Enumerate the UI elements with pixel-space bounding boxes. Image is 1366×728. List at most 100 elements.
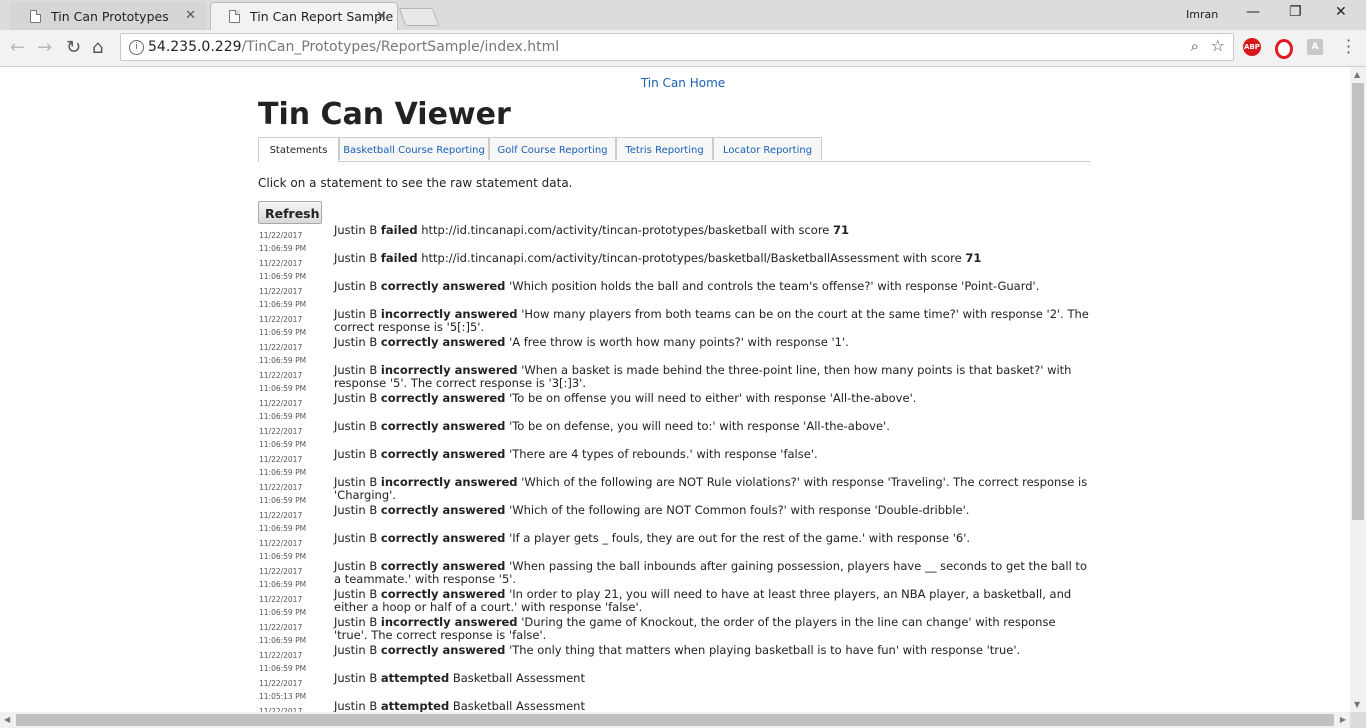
close-tab-icon[interactable]: ✕ (185, 8, 196, 23)
statement-text[interactable]: Justin B correctly answered 'The only th… (334, 644, 1090, 657)
statement-text[interactable]: Justin B failed http://id.tincanapi.com/… (334, 252, 1090, 265)
page-icon (229, 10, 240, 23)
statement-time: 11:06:59 PM (259, 664, 307, 673)
statement-verb: incorrectly answered (380, 307, 518, 321)
vertical-scrollbar[interactable]: ▲ ▼ (1350, 67, 1366, 712)
tab-basketball-course-reporting[interactable]: Basketball Course Reporting (339, 137, 489, 160)
opera-extension-icon[interactable] (1275, 39, 1293, 59)
scroll-up-arrow-icon[interactable]: ▲ (1354, 70, 1360, 79)
statement-text[interactable]: Justin B correctly answered 'To be on de… (334, 420, 1090, 433)
home-icon[interactable]: ⌂ (92, 37, 103, 58)
statement-time: 11:06:59 PM (259, 356, 307, 365)
statement-timestamp: 11/22/2017 11:06:59 PM (259, 509, 329, 535)
statement-text[interactable]: Justin B incorrectly answered 'When a ba… (334, 364, 1090, 390)
statement-text[interactable]: Justin B incorrectly answered 'During th… (334, 616, 1090, 642)
statement-actor: Justin B (334, 447, 378, 461)
statement-date: 11/22/2017 (259, 567, 303, 576)
statement-text[interactable]: Justin B correctly answered 'When passin… (334, 560, 1090, 586)
page-icon (30, 9, 41, 23)
url-host: 54.235.0.229 (148, 39, 242, 55)
info-icon[interactable]: i (129, 40, 144, 55)
statement-time: 11:06:59 PM (259, 524, 307, 533)
statement-text[interactable]: Justin B incorrectly answered 'How many … (334, 308, 1090, 334)
statement-text[interactable]: Justin B failed http://id.tincanapi.com/… (334, 224, 1090, 237)
statement-actor: Justin B (334, 335, 378, 349)
statement-object: 'Which of the following are NOT Common f… (509, 503, 970, 517)
statement-object: 'A free throw is worth how many points?'… (509, 335, 849, 349)
statement-verb: failed (380, 223, 418, 237)
statement-verb: correctly answered (380, 419, 506, 433)
back-icon[interactable]: ← (10, 37, 25, 58)
tab-locator-reporting[interactable]: Locator Reporting (713, 137, 822, 160)
statement-object: 'To be on offense you will need to eithe… (509, 391, 917, 405)
statement-verb: attempted (380, 699, 450, 713)
tab-golf-course-reporting[interactable]: Golf Course Reporting (489, 137, 616, 160)
statement-text[interactable]: Justin B correctly answered 'There are 4… (334, 448, 1090, 461)
statement-text[interactable]: Justin B correctly answered 'A free thro… (334, 336, 1090, 349)
statement-timestamp: 11/22/2017 11:06:59 PM (259, 397, 329, 423)
statement-actor: Justin B (334, 223, 378, 237)
tab-statements[interactable]: Statements (258, 137, 339, 162)
statement-verb: incorrectly answered (380, 475, 518, 489)
reload-icon[interactable]: ↻ (66, 37, 81, 58)
zoom-icon[interactable]: ⌕ (1191, 37, 1199, 55)
bookmark-star-icon[interactable]: ☆ (1211, 36, 1225, 55)
statement-date: 11/22/2017 (259, 427, 303, 436)
scroll-left-arrow-icon[interactable]: ◀ (4, 715, 10, 724)
statement-time: 11:06:59 PM (259, 468, 307, 477)
adblock-extension-icon[interactable]: ABP (1243, 38, 1261, 56)
statement-time: 11:06:59 PM (259, 272, 307, 281)
statement-text[interactable]: Justin B correctly answered 'If a player… (334, 532, 1090, 545)
page-viewport: Tin Can Home Tin Can Viewer Statements B… (0, 67, 1350, 712)
browser-tab-prototypes[interactable]: Tin Can Prototypes ✕ (10, 2, 206, 30)
statement-date: 11/22/2017 (259, 483, 303, 492)
new-tab-button[interactable] (398, 8, 440, 26)
statement-date: 11/22/2017 (259, 399, 303, 408)
tab-tetris-reporting[interactable]: Tetris Reporting (616, 137, 713, 160)
statement-timestamp: 11/22/2017 11:06:59 PM (259, 425, 329, 451)
profile-name[interactable]: Imran (1186, 8, 1218, 21)
statement-text[interactable]: Justin B incorrectly answered 'Which of … (334, 476, 1090, 502)
refresh-button[interactable]: Refresh (258, 201, 322, 224)
statement-time: 11:06:59 PM (259, 244, 307, 253)
browser-tab-report-sample[interactable]: Tin Can Report Sample ✕ (210, 2, 398, 30)
statement-actor: Justin B (334, 307, 378, 321)
window-close-icon[interactable]: ✕ (1335, 4, 1347, 20)
statement-text[interactable]: Justin B attempted Basketball Assessment (334, 699, 1090, 713)
statement-verb: correctly answered (380, 447, 506, 461)
scroll-right-arrow-icon[interactable]: ▶ (1340, 715, 1346, 724)
statement-time: 11:06:59 PM (259, 412, 307, 421)
close-tab-icon[interactable]: ✕ (376, 9, 387, 24)
tab-title: Tin Can Report Sample (250, 9, 394, 24)
browser-menu-icon[interactable]: · · · (1346, 33, 1351, 61)
statement-text[interactable]: Justin B correctly answered 'To be on of… (334, 392, 1090, 405)
instructions-text: Click on a statement to see the raw stat… (258, 176, 573, 190)
statement-verb: incorrectly answered (380, 615, 518, 629)
tin-can-home-link[interactable]: Tin Can Home (0, 76, 1350, 90)
statement-verb: correctly answered (380, 335, 506, 349)
scroll-down-arrow-icon[interactable]: ▼ (1354, 700, 1360, 709)
statement-timestamp: 11/22/2017 11:05:13 PM (259, 677, 329, 703)
statement-timestamp: 11/22/2017 11:06:59 PM (259, 621, 329, 647)
forward-icon[interactable]: → (37, 37, 52, 58)
statement-text[interactable]: Justin B attempted Basketball Assessment (334, 672, 1090, 685)
restore-icon[interactable]: ❐ (1289, 4, 1302, 20)
statement-time: 11:06:59 PM (259, 608, 307, 617)
minimize-icon[interactable]: — (1246, 4, 1260, 20)
statement-date: 11/22/2017 (259, 679, 303, 688)
vertical-scroll-thumb[interactable] (1352, 83, 1364, 520)
statement-object: Basketball Assessment (452, 671, 585, 685)
url-path: /TinCan_Prototypes/ReportSample/index.ht… (241, 39, 560, 55)
statement-text[interactable]: Justin B correctly answered 'In order to… (334, 588, 1090, 614)
statement-row[interactable]: 11/22/2017 Justin B attempted Basketball … (258, 700, 1090, 713)
pdf-extension-icon[interactable]: A (1307, 39, 1323, 55)
home-link-text[interactable]: Tin Can Home (641, 76, 725, 90)
horizontal-scroll-thumb[interactable] (16, 714, 1334, 726)
statement-verb: correctly answered (380, 587, 506, 601)
horizontal-scrollbar[interactable]: ◀ ▶ (0, 712, 1350, 728)
address-bar[interactable]: i 54.235.0.229/TinCan_Prototypes/ReportS… (120, 33, 1234, 61)
statement-date: 11/22/2017 (259, 371, 303, 380)
statement-actor: Justin B (334, 475, 378, 489)
statement-text[interactable]: Justin B correctly answered 'Which of th… (334, 504, 1090, 517)
statement-text[interactable]: Justin B correctly answered 'Which posit… (334, 280, 1090, 293)
